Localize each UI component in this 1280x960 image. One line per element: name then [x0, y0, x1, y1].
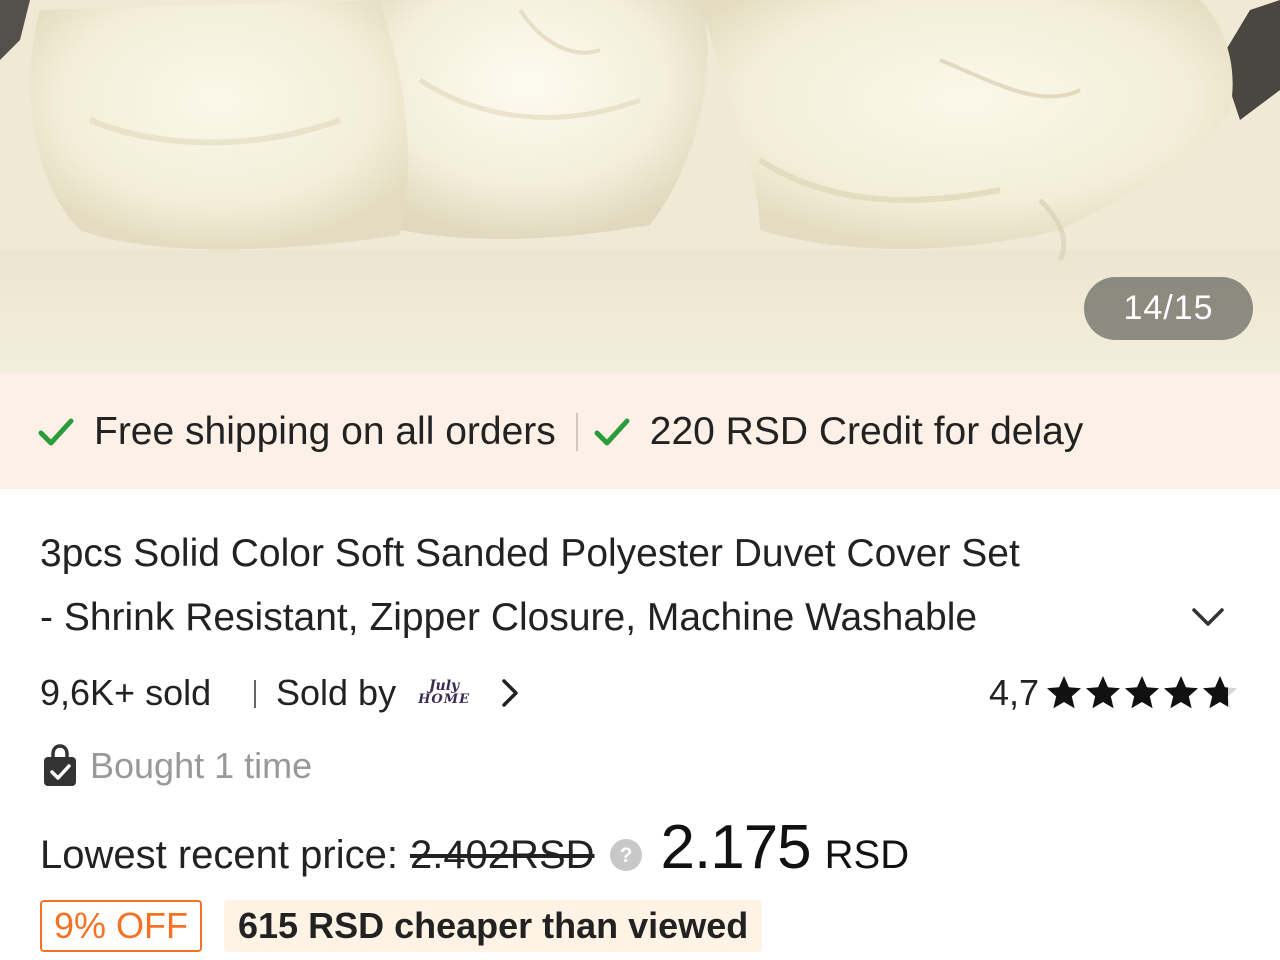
shipping-benefits-banner[interactable]: Free shipping on all orders 220 RSD Cred…	[0, 374, 1280, 489]
purchase-history: Bought 1 time	[40, 740, 312, 792]
seller-logo-line-1: July	[428, 678, 460, 694]
help-icon[interactable]: ?	[609, 838, 643, 872]
current-price: 2.175	[660, 813, 812, 882]
price-currency: RSD	[824, 833, 910, 877]
free-shipping-item: Free shipping on all orders	[36, 410, 556, 454]
star-rating	[1045, 673, 1240, 713]
bought-count-text: Bought 1 time	[90, 745, 313, 786]
discount-badge: 9% OFF	[40, 900, 203, 952]
product-title: 3pcs Solid Color Soft Sanded Polyester D…	[40, 522, 1235, 650]
product-meta-row: 9,6K+ sold Sold by July HOME 4,7	[40, 668, 1240, 718]
seller-logo-line-2: HOME	[418, 692, 471, 707]
price-row: Lowest recent price: 2.402RSD ? 2.175 RS…	[40, 812, 909, 886]
svg-text:?: ?	[619, 844, 632, 867]
shopping-bag-check-icon	[44, 744, 76, 786]
star-icon	[1047, 676, 1081, 709]
star-icon	[1203, 676, 1237, 709]
product-title-line-1: 3pcs Solid Color Soft Sanded Polyester D…	[40, 532, 1020, 575]
product-title-line-2: - Shrink Resistant, Zipper Closure, Mach…	[40, 596, 978, 639]
chevron-down-icon[interactable]	[1188, 600, 1228, 634]
star-icon	[1125, 676, 1159, 709]
star-icon	[1086, 676, 1120, 709]
seller-logo: July HOME	[418, 673, 470, 713]
chevron-right-icon	[502, 679, 518, 707]
discount-row: 9% OFF 615 RSD cheaper than viewed	[40, 899, 763, 953]
banner-divider	[575, 412, 578, 451]
sold-count: 9,6K+ sold	[40, 672, 212, 713]
star-icon	[1164, 676, 1198, 709]
rating-value: 4,7	[988, 672, 1039, 713]
savings-chip: 615 RSD cheaper than viewed	[224, 900, 763, 952]
rating[interactable]: 4,7	[989, 668, 1240, 718]
image-counter-badge: 14/15	[1084, 277, 1253, 340]
check-icon	[38, 418, 74, 445]
product-image-gallery[interactable]: 14/15	[0, 0, 1280, 374]
free-shipping-text: Free shipping on all orders	[94, 409, 556, 453]
delay-credit-item: 220 RSD Credit for delay	[592, 409, 1084, 454]
seller-link[interactable]: Sold by July HOME	[276, 668, 524, 718]
meta-divider	[254, 680, 256, 708]
delay-credit-text: 220 RSD Credit for delay	[649, 409, 1084, 453]
check-icon	[594, 418, 630, 445]
price-label: Lowest recent price:	[40, 833, 398, 877]
original-price: 2.402RSD	[409, 833, 595, 877]
sold-by-label: Sold by	[276, 672, 397, 713]
